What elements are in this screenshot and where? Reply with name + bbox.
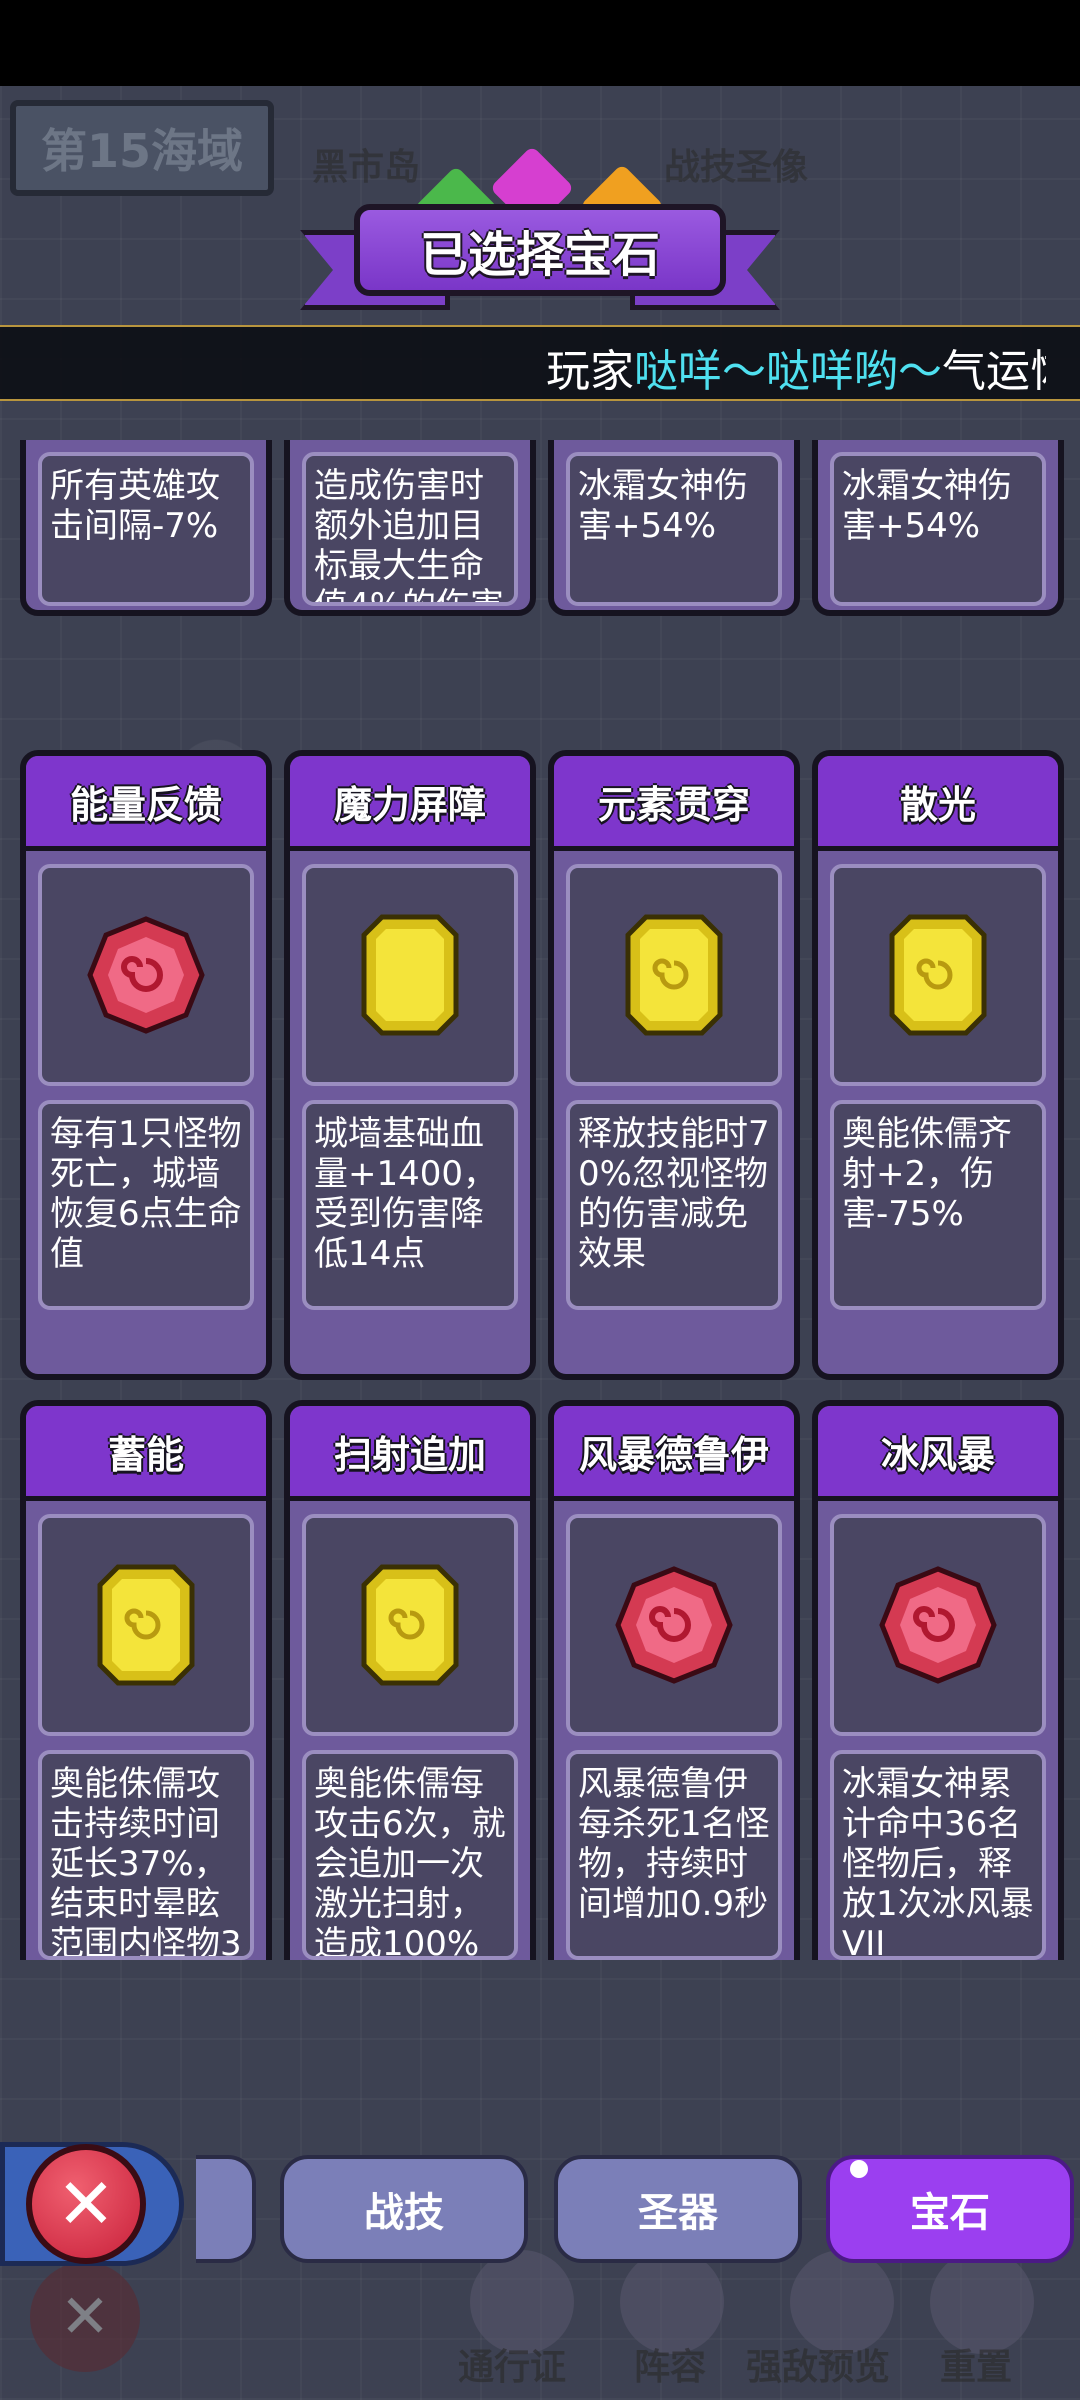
card-icon-frame <box>566 864 782 1086</box>
gem-card[interactable]: 魔力屏障 城墙基础血量+1400，受到伤害降低14点 <box>284 750 536 1380</box>
card-description: 奥能侏儒齐射+2，伤害-75% <box>830 1100 1046 1310</box>
card-icon-frame <box>38 864 254 1086</box>
gem-card[interactable]: 风暴德鲁伊 风暴德鲁伊每杀死1名怪物，持续时间增加0.9秒 <box>548 1400 800 1960</box>
card-description: 风暴德鲁伊每杀死1名怪物，持续时间增加0.9秒 <box>566 1750 782 1960</box>
close-icon: ✕ <box>56 2163 116 2245</box>
gem-card[interactable]: 造成伤害时额外追加目标最大生命值4%的伤害(最大伤害值 <box>284 440 536 616</box>
close-button[interactable]: ✕ <box>26 2144 146 2264</box>
card-description: 奥能侏儒每攻击6次，就会追加一次激光扫射，造成100%伤 <box>302 1750 518 1960</box>
gem-card[interactable]: 散光 奥能侏儒齐射+2，伤害-75% <box>812 750 1064 1380</box>
ticker-text: 玩家哒咩～哒咩哟～气运恢 <box>546 335 1046 399</box>
gem-card[interactable]: 冰风暴 冰霜女神累计命中36名怪物后，释放1次冰风暴VII <box>812 1400 1064 1960</box>
card-title: 元素贯穿 <box>554 756 794 851</box>
card-icon-frame <box>38 1514 254 1736</box>
hud-pass-label: 通行证 <box>458 2347 567 2388</box>
gem-card-grid[interactable]: 所有英雄攻击间隔-7% 造成伤害时额外追加目标最大生命值4%的伤害(最大伤害值 … <box>0 440 1080 1960</box>
yellow-gem-icon <box>625 914 723 1036</box>
card-description: 释放技能时70%忽视怪物的伤害减免效果 <box>566 1100 782 1310</box>
card-icon-frame <box>830 1514 1046 1736</box>
card-title: 风暴德鲁伊 <box>554 1406 794 1501</box>
card-description: 奥能侏儒攻击持续时间延长37%，结束时晕眩范围内怪物3 <box>38 1750 254 1960</box>
banner-title: 已选择宝石 <box>354 204 726 296</box>
card-title: 魔力屏障 <box>290 756 530 851</box>
card-icon-frame <box>302 1514 518 1736</box>
gem-card[interactable]: 能量反馈 每有1只怪物死亡，城墙恢复6点生命值 <box>20 750 272 1380</box>
card-description: 冰霜女神累计命中36名怪物后，释放1次冰风暴VII <box>830 1750 1046 1960</box>
yellow-gem-icon <box>97 1564 195 1686</box>
hud-lineup-label: 阵容 <box>634 2347 707 2388</box>
card-title: 散光 <box>818 756 1058 851</box>
gem-card[interactable]: 冰霜女神伤害+54% <box>812 440 1064 616</box>
card-title: 扫射追加 <box>290 1406 530 1501</box>
zone-badge: 第15海域 <box>10 100 274 196</box>
card-description: 造成伤害时额外追加目标最大生命值4%的伤害(最大伤害值 <box>302 452 518 606</box>
ticker-prefix: 玩家 <box>546 346 634 397</box>
gem-card[interactable]: 元素贯穿 释放技能时70%忽视怪物的伤害减免效果 <box>548 750 800 1380</box>
gem-card[interactable]: 所有英雄攻击间隔-7% <box>20 440 272 616</box>
map-label-skill-statue: 战技圣像 <box>664 147 809 188</box>
card-icon-frame <box>830 864 1046 1086</box>
red-gem-icon <box>879 1566 997 1684</box>
gem-card[interactable]: 扫射追加 奥能侏儒每攻击6次，就会追加一次激光扫射，造成100%伤 <box>284 1400 536 1960</box>
status-bar <box>0 0 1080 86</box>
card-description: 城墙基础血量+1400，受到伤害降低14点 <box>302 1100 518 1310</box>
card-title: 能量反馈 <box>26 756 266 851</box>
ticker-player-name: 哒咩～哒咩哟～ <box>634 346 942 397</box>
card-description: 冰霜女神伤害+54% <box>830 452 1046 606</box>
selected-gems-banner: 已选择宝石 <box>300 196 780 310</box>
card-title: 蓄能 <box>26 1406 266 1501</box>
tab-skills[interactable]: 战技 <box>280 2155 528 2263</box>
announcement-ticker: 玩家哒咩～哒咩哟～气运恢 <box>0 325 1080 401</box>
card-title: 冰风暴 <box>818 1406 1058 1501</box>
card-icon-frame <box>302 864 518 1086</box>
red-gem-icon <box>615 1566 733 1684</box>
yellow-gem-icon <box>889 914 987 1036</box>
gem-card[interactable]: 蓄能 奥能侏儒攻击持续时间延长37%，结束时晕眩范围内怪物3 <box>20 1400 272 1960</box>
hud-reset-label: 重置 <box>940 2347 1013 2388</box>
map-label-black-market: 黑市岛 <box>312 147 421 188</box>
card-icon-frame <box>566 1514 782 1736</box>
tab-gems-indicator-dot <box>850 2160 868 2178</box>
yellow-gem-icon <box>361 1564 459 1686</box>
card-description: 冰霜女神伤害+54% <box>566 452 782 606</box>
tab-artifacts[interactable]: 圣器 <box>554 2155 802 2263</box>
hud-enemy-preview-label: 强敌预览 <box>746 2347 891 2388</box>
yellow-gem-plain-icon <box>361 914 459 1036</box>
background-close-icon: ✕ <box>30 2262 140 2372</box>
gem-card[interactable]: 冰霜女神伤害+54% <box>548 440 800 616</box>
card-description: 每有1只怪物死亡，城墙恢复6点生命值 <box>38 1100 254 1310</box>
card-description: 所有英雄攻击间隔-7% <box>38 452 254 606</box>
red-gem-icon <box>87 916 205 1034</box>
ticker-suffix: 气运恢 <box>942 346 1046 397</box>
tab-partial[interactable] <box>196 2155 256 2263</box>
